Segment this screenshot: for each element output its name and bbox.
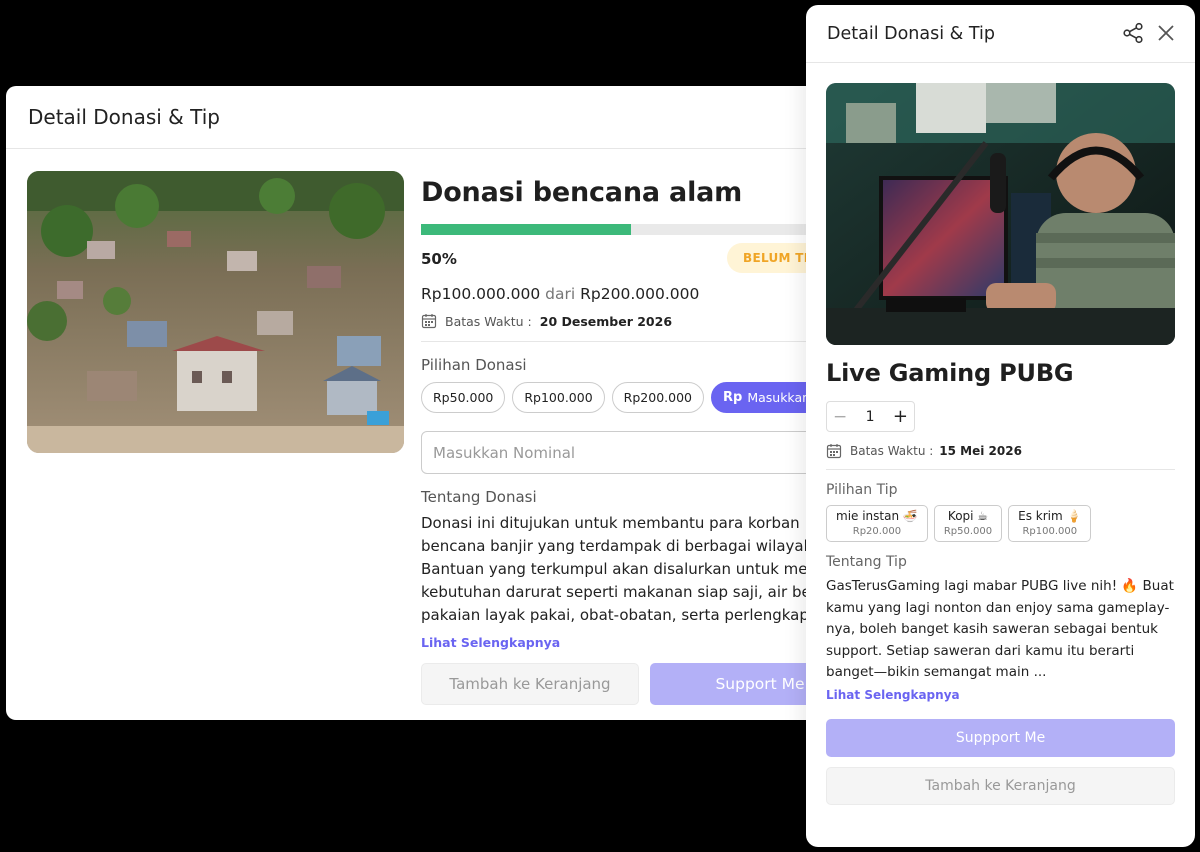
amount-target: Rp200.000.000 (580, 285, 700, 303)
tip-option-es-krim[interactable]: Es krim 🍦 Rp100.000 (1008, 505, 1092, 542)
tip-option-price: Rp100.000 (1022, 526, 1078, 537)
close-icon[interactable] (1156, 23, 1176, 43)
tip-details: Live Gaming PUBG − 1 + Batas Waktu : 15 … (826, 359, 1175, 805)
calendar-icon (826, 444, 842, 459)
deadline-value: 15 Mei 2026 (939, 444, 1022, 458)
progress-info: 50% BELUM TERCAPAI (421, 241, 836, 277)
deadline-label: Batas Waktu : (445, 313, 532, 329)
tip-item-image (826, 83, 1175, 345)
progress-bar-fill (421, 224, 631, 235)
divider (826, 469, 1175, 470)
donation-option-50000[interactable]: Rp50.000 (421, 382, 506, 413)
quantity-value: 1 (865, 408, 875, 425)
add-to-cart-button[interactable]: Tambah ke Keranjang (826, 766, 1175, 805)
see-more-link[interactable]: Lihat Selengkapnya (421, 635, 560, 650)
description-line: Donasi ini ditujukan untuk membantu para… (421, 514, 800, 532)
tip-detail-panel: Detail Donasi & Tip Live Gaming PUBG − 1… (806, 5, 1195, 847)
tip-option-price: Rp20.000 (852, 526, 902, 537)
donation-options-label: Pilihan Donasi (421, 356, 527, 374)
amount-summary: Rp100.000.000 dari Rp200.000.000 (421, 285, 836, 303)
progress-percent: 50% (421, 250, 457, 268)
action-buttons: Tambah ke Keranjang Support Me (421, 663, 836, 705)
tip-option-name: mie instan 🍜 (836, 509, 918, 523)
tip-option-kopi[interactable]: Kopi ☕ Rp50.000 (933, 505, 1003, 542)
deadline-label: Batas Waktu : (850, 444, 934, 458)
tip-description: GasTerusGaming lagi mabar PUBG live nih!… (826, 578, 1174, 680)
tip-options: mie instan 🍜 Rp20.000 Kopi ☕ Rp50.000 Es… (826, 505, 1175, 542)
deadline-row: Batas Waktu : 15 Mei 2026 (826, 443, 1175, 459)
campaign-details: Donasi bencana alam 50% BELUM TERCAPAI R… (421, 171, 836, 705)
increment-button[interactable]: + (893, 406, 908, 427)
gaming-stream-image (826, 83, 1175, 345)
tip-item-title: Live Gaming PUBG (826, 359, 1074, 387)
tip-option-price: Rp50.000 (943, 526, 993, 537)
tip-option-mie-instan[interactable]: mie instan 🍜 Rp20.000 (826, 505, 928, 542)
campaign-title: Donasi bencana alam (421, 177, 743, 208)
donation-option-100000[interactable]: Rp100.000 (512, 382, 605, 413)
donation-description: Donasi ini ditujukan untuk membantu para… (421, 512, 836, 627)
decrement-button[interactable]: − (833, 407, 847, 427)
flood-disaster-image (27, 171, 404, 453)
progress-bar (421, 224, 836, 235)
amount-separator: dari (545, 285, 576, 303)
panel-header: Detail Donasi & Tip (806, 5, 1195, 63)
campaign-image (27, 171, 404, 453)
description-line: bencana banjir yang terdampak di berbaga… (421, 537, 818, 555)
rupiah-icon: Rp (722, 390, 743, 405)
deadline-value: 20 Desember 2026 (539, 313, 673, 329)
description-line: pakaian layak pakai, obat-obatan, serta … (421, 606, 828, 624)
amount-collected: Rp100.000.000 (421, 285, 541, 303)
modal-header: Detail Donasi & Tip (6, 86, 836, 149)
modal-title: Detail Donasi & Tip (28, 105, 220, 129)
see-more-link[interactable]: Lihat Selengkapnya (826, 688, 960, 702)
tip-option-name: Es krim 🍦 (1018, 509, 1082, 523)
calendar-icon (421, 314, 437, 329)
tip-options-label: Pilihan Tip (826, 482, 898, 498)
donation-options: Rp50.000 Rp100.000 Rp200.000 Rp Masukkan… (421, 382, 836, 413)
divider (421, 341, 836, 342)
about-donation-label: Tentang Donasi (421, 488, 537, 506)
nominal-input[interactable] (421, 431, 836, 474)
share-icon[interactable] (1122, 22, 1144, 44)
description-line: Bantuan yang terkumpul akan disalurkan u… (421, 560, 836, 578)
add-to-cart-button[interactable]: Tambah ke Keranjang (421, 663, 639, 705)
donation-detail-modal: Detail Donasi & Tip Donasi bencana alam … (6, 86, 836, 720)
support-button[interactable]: Suppport Me (826, 718, 1175, 757)
tip-option-name: Kopi ☕ (947, 509, 989, 523)
donation-option-200000[interactable]: Rp200.000 (611, 382, 704, 413)
description-line: kebutuhan darurat seperti makanan siap s… (421, 583, 836, 601)
panel-title: Detail Donasi & Tip (827, 23, 995, 44)
deadline-row: Batas Waktu : 20 Desember 2026 (421, 313, 836, 329)
about-tip-label: Tentang Tip (826, 554, 907, 570)
quantity-stepper: − 1 + (826, 401, 915, 432)
